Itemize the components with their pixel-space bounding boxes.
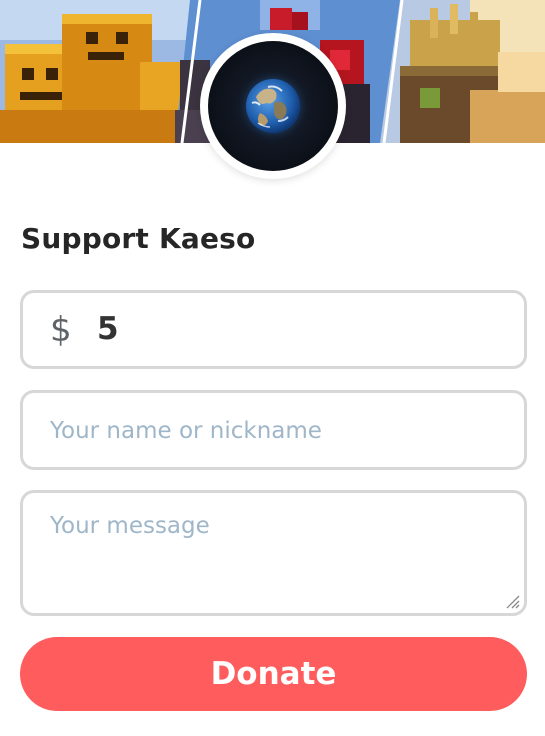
message-placeholder: Your message bbox=[50, 513, 210, 539]
name-placeholder: Your name or nickname bbox=[50, 418, 322, 444]
name-input[interactable]: Your name or nickname bbox=[20, 390, 527, 470]
resize-handle-icon[interactable] bbox=[504, 593, 520, 609]
currency-symbol: $ bbox=[50, 310, 72, 350]
creator-avatar bbox=[200, 33, 346, 179]
page-title: Support Kaeso bbox=[21, 222, 256, 255]
message-textarea[interactable]: Your message bbox=[20, 490, 527, 616]
donate-button[interactable]: Donate bbox=[20, 637, 527, 711]
amount-input[interactable]: $ 5 bbox=[20, 290, 527, 369]
amount-value[interactable]: 5 bbox=[97, 311, 119, 347]
earth-icon bbox=[208, 41, 338, 171]
